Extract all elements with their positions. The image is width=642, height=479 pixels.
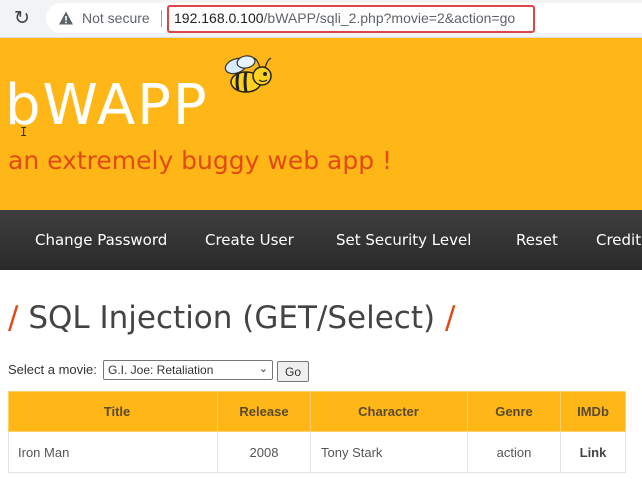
url-host: 192.168.0.100 bbox=[174, 10, 264, 26]
cell-genre: action bbox=[467, 431, 561, 473]
url-text[interactable]: 192.168.0.100/bWAPP/sqli_2.php?movie=2&a… bbox=[174, 10, 515, 26]
url-highlight-box[interactable]: 192.168.0.100/bWAPP/sqli_2.php?movie=2&a… bbox=[167, 5, 535, 33]
nav-credit[interactable]: Credit bbox=[596, 231, 641, 249]
cell-release: 2008 bbox=[217, 431, 311, 473]
nav-change-password[interactable]: Change Password bbox=[35, 231, 167, 249]
cell-title: Iron Man bbox=[8, 431, 218, 473]
table-row: Iron Man 2008 Tony Stark action Link bbox=[8, 431, 626, 473]
address-separator bbox=[161, 10, 162, 27]
chevron-down-icon: ⌄ bbox=[258, 362, 268, 375]
header-character: Character bbox=[310, 391, 468, 432]
go-button[interactable]: Go bbox=[277, 361, 309, 382]
nav-reset[interactable]: Reset bbox=[516, 231, 558, 249]
table-header-row: Title Release Character Genre IMDb bbox=[8, 391, 626, 432]
header-imdb: IMDb bbox=[560, 391, 626, 432]
selected-movie: G.I. Joe: Retaliation bbox=[108, 363, 214, 377]
title-slash-left: / bbox=[8, 300, 19, 336]
cell-imdb: Link bbox=[560, 431, 626, 473]
site-header: bWAPP I an extremely buggy web app ! bbox=[0, 38, 642, 210]
nav-create-user[interactable]: Create User bbox=[205, 231, 294, 249]
address-bar[interactable]: Not secure 192.168.0.100/bWAPP/sqli_2.ph… bbox=[46, 3, 642, 33]
header-title: Title bbox=[8, 391, 218, 432]
results-table: Title Release Character Genre IMDb Iron … bbox=[8, 391, 626, 473]
page-title-text: SQL Injection (GET/Select) bbox=[28, 300, 436, 336]
site-logo[interactable]: bWAPP bbox=[5, 78, 209, 134]
text-cursor-icon: I bbox=[20, 125, 28, 139]
main-nav: Change Password Create User Set Security… bbox=[0, 210, 642, 270]
select-movie-label: Select a movie: bbox=[8, 362, 97, 377]
site-tagline: an extremely buggy web app ! bbox=[8, 146, 393, 175]
page-title: / SQL Injection (GET/Select) / bbox=[8, 300, 455, 336]
bee-icon bbox=[224, 55, 272, 93]
browser-toolbar: ↻ Not secure 192.168.0.100/bWAPP/sqli_2.… bbox=[0, 0, 642, 38]
cell-character: Tony Stark bbox=[310, 431, 468, 473]
nav-set-security-level[interactable]: Set Security Level bbox=[336, 231, 471, 249]
header-release: Release bbox=[217, 391, 311, 432]
imdb-link[interactable]: Link bbox=[580, 445, 607, 460]
header-genre: Genre bbox=[467, 391, 561, 432]
movie-select[interactable]: G.I. Joe: Retaliation ⌄ bbox=[103, 360, 273, 380]
title-slash-right: / bbox=[444, 300, 456, 336]
url-path: /bWAPP/sqli_2.php?movie=2&action=go bbox=[263, 10, 516, 26]
warning-icon[interactable] bbox=[58, 10, 74, 26]
not-secure-label[interactable]: Not secure bbox=[82, 10, 150, 26]
reload-icon[interactable]: ↻ bbox=[8, 4, 36, 32]
